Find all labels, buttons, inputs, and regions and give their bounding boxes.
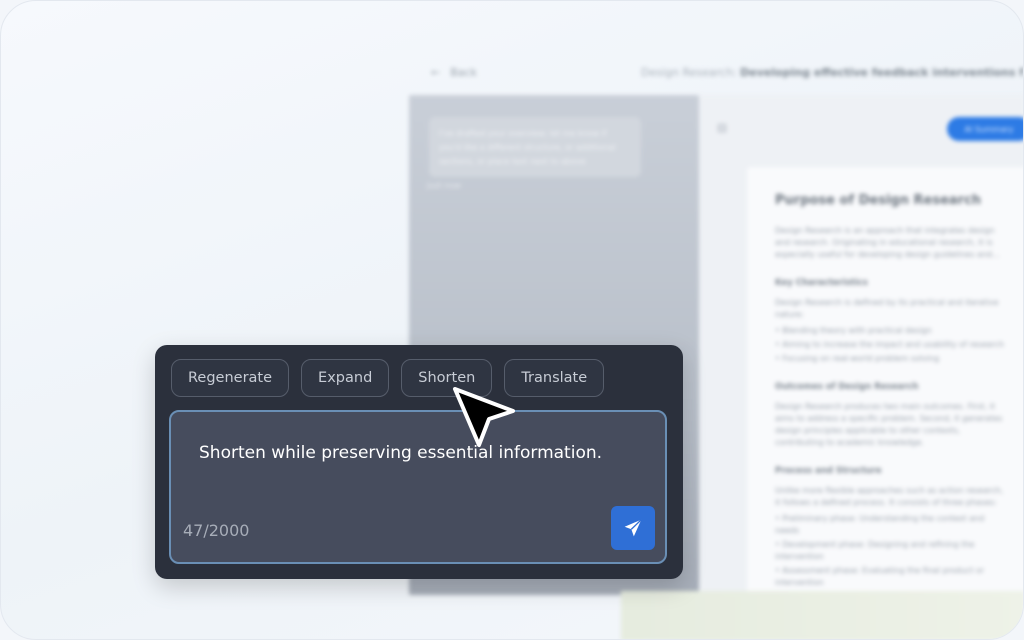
section-title: Outcomes of Design Research	[775, 382, 919, 392]
top-bar: ← Back Design Research: Developing effec…	[411, 53, 1024, 91]
section-text: Design Research is defined by its practi…	[775, 298, 999, 319]
document-panel: ⊟ AI Summary Purpose of Design Research …	[699, 95, 1023, 607]
mouse-cursor-icon	[453, 387, 515, 447]
action-chips: Regenerate Expand Shorten Translate	[171, 359, 605, 397]
send-button[interactable]	[611, 506, 655, 550]
expand-button[interactable]: Expand	[301, 359, 390, 397]
doc-intro: Design Research is an approach that inte…	[775, 226, 1000, 259]
paper-plane-icon	[624, 519, 642, 537]
back-label: Back	[450, 65, 477, 79]
doc-heading: Purpose of Design Research	[775, 193, 982, 208]
list-item: Aiming to increase the impact and usabil…	[775, 339, 1009, 351]
arrow-left-icon: ←	[431, 65, 441, 79]
list-item: Blending theory with practical design	[775, 325, 1009, 337]
translate-button[interactable]: Translate	[504, 359, 605, 397]
panel-toggle-icon[interactable]: ⊟	[717, 121, 727, 135]
app-frame: ← Back Design Research: Developing effec…	[0, 0, 1024, 640]
section-text: Unlike more flexible approaches such as …	[775, 486, 1004, 507]
message-timestamp: Just now	[427, 181, 461, 190]
summary-button[interactable]: AI Summary	[947, 117, 1023, 141]
ai-rewrite-popup: Regenerate Expand Shorten Translate Shor…	[155, 345, 683, 579]
list-item: Development phase: Designing and refinin…	[775, 539, 1009, 563]
assistant-message: I’ve drafted your overview; let me know …	[429, 117, 641, 177]
list-item: Focusing on real-world problem solving	[775, 353, 1009, 365]
list-item: Assessment phase: Evaluating the final p…	[775, 565, 1009, 589]
document-title: Design Research: Developing effective fe…	[641, 65, 1024, 79]
prompt-input[interactable]: Shorten while preserving essential infor…	[169, 410, 667, 564]
section-title: Process and Structure	[775, 466, 882, 476]
prompt-text[interactable]: Shorten while preserving essential infor…	[199, 442, 639, 464]
document-page: Purpose of Design Research Design Resear…	[747, 167, 1023, 607]
section-text: Design Research produces two main outcom…	[775, 402, 1003, 447]
character-counter: 47/2000	[183, 521, 250, 540]
back-button[interactable]: ← Back	[431, 66, 477, 79]
bottom-glow	[621, 591, 1023, 639]
section-title: Key Characteristics	[775, 278, 868, 288]
regenerate-button[interactable]: Regenerate	[171, 359, 290, 397]
list-item: Preliminary phase: Understanding the con…	[775, 513, 1009, 537]
